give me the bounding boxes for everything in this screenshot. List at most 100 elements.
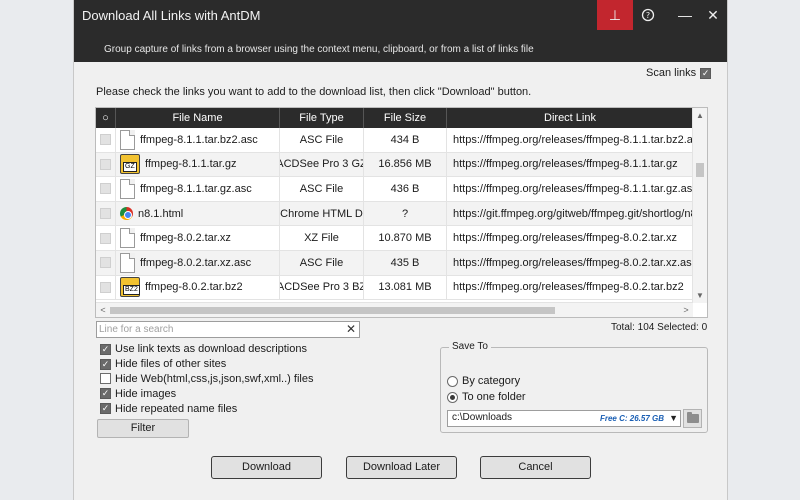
table-row[interactable]: ffmpeg-8.1.1.tar.gz.asc ASC File 436 B http… bbox=[96, 177, 693, 202]
file-name: n8.1.html bbox=[138, 207, 184, 220]
archive-icon: BZ2 bbox=[120, 277, 140, 298]
direct-link-cell: https://ffmpeg.org/releases/ffmpeg-8.0.2… bbox=[453, 256, 693, 269]
file-size-cell: 16.856 MB bbox=[364, 152, 447, 177]
table-row[interactable]: BZ2 ffmpeg-8.0.2.tar.bz2 ACDSee Pro 3 BZ 13… bbox=[96, 275, 693, 301]
row-checkbox[interactable] bbox=[100, 232, 111, 244]
download-later-button[interactable]: Download Later bbox=[346, 456, 457, 479]
file-type-cell: Chrome HTML D bbox=[280, 201, 364, 226]
row-checkbox-cell[interactable] bbox=[96, 177, 116, 201]
row-checkbox[interactable] bbox=[100, 134, 111, 146]
filter-option[interactable]: ✓ Hide images bbox=[100, 386, 313, 401]
save-to-group: Save To By category To one folder c:\Dow… bbox=[440, 341, 708, 433]
free-space-label: Free C: 26.57 GB bbox=[599, 414, 664, 423]
browse-folder-button[interactable] bbox=[683, 409, 702, 428]
one-folder-option[interactable]: To one folder bbox=[447, 391, 526, 403]
direct-link-cell: https://ffmpeg.org/releases/ffmpeg-8.1.1… bbox=[453, 182, 693, 195]
search-box: ✕ bbox=[96, 321, 360, 338]
scroll-left-icon[interactable]: < bbox=[96, 303, 110, 317]
row-checkbox[interactable] bbox=[100, 281, 111, 293]
window-subtitle: Group capture of links from a browser us… bbox=[104, 44, 534, 55]
file-name-cell: BZ2 ffmpeg-8.0.2.tar.bz2 bbox=[116, 275, 280, 300]
row-checkbox-cell[interactable] bbox=[96, 275, 116, 300]
column-direct-link[interactable]: Direct Link bbox=[447, 108, 693, 128]
row-checkbox-cell[interactable] bbox=[96, 128, 116, 152]
filter-option[interactable]: ✓ Use link texts as download descriptions bbox=[100, 342, 313, 357]
by-category-radio[interactable] bbox=[447, 375, 458, 387]
filter-button[interactable]: Filter bbox=[97, 419, 189, 438]
row-checkbox[interactable] bbox=[100, 208, 111, 220]
search-input[interactable] bbox=[99, 323, 343, 336]
vertical-scroll-thumb[interactable] bbox=[696, 163, 704, 177]
pin-icon[interactable]: ⊥ bbox=[597, 0, 633, 30]
direct-link-cell: https://ffmpeg.org/releases/ffmpeg-8.0.2… bbox=[453, 232, 677, 245]
scan-links-option[interactable]: Scan links ✓ bbox=[646, 67, 712, 79]
grid-header: ○ File Name File Type File Size Direct L… bbox=[96, 108, 693, 128]
table-row[interactable]: n8.1.html Chrome HTML D? https://git.ffmpe… bbox=[96, 201, 693, 227]
file-type-cell: XZ File bbox=[280, 226, 364, 250]
select-all-header[interactable]: ○ bbox=[96, 108, 116, 128]
column-file-type[interactable]: File Type bbox=[280, 108, 364, 128]
one-folder-radio[interactable] bbox=[447, 391, 458, 403]
row-checkbox[interactable] bbox=[100, 158, 111, 170]
file-name-cell: ffmpeg-8.1.1.tar.gz.asc bbox=[116, 177, 280, 201]
filter-option-checkbox[interactable]: ✓ bbox=[100, 358, 111, 370]
file-size-cell: 10.870 MB bbox=[364, 226, 447, 250]
download-button[interactable]: Download bbox=[211, 456, 322, 479]
file-type-cell: ASC File bbox=[280, 128, 364, 152]
links-grid: ○ File Name File Type File Size Direct L… bbox=[95, 107, 708, 318]
filter-option[interactable]: ✓ Hide files of other sites bbox=[100, 357, 313, 372]
scroll-down-icon[interactable]: ▼ bbox=[693, 288, 707, 303]
file-name: ffmpeg-8.1.1.tar.gz.asc bbox=[140, 182, 252, 195]
help-icon[interactable]: ? bbox=[630, 0, 666, 30]
column-file-name[interactable]: File Name bbox=[116, 108, 280, 128]
totals-text: Total: 104 Selected: 0 bbox=[611, 322, 708, 333]
file-size-cell: 436 B bbox=[364, 177, 447, 201]
filter-option-checkbox[interactable] bbox=[100, 373, 111, 385]
scroll-up-icon[interactable]: ▲ bbox=[693, 108, 707, 123]
row-checkbox-cell[interactable] bbox=[96, 201, 116, 226]
table-row[interactable]: ffmpeg-8.0.2.tar.xz XZ File 10.870 MB https… bbox=[96, 226, 693, 251]
filter-option-checkbox[interactable]: ✓ bbox=[100, 343, 111, 355]
vertical-scrollbar[interactable]: ▲ ▼ bbox=[692, 108, 707, 303]
filter-option-checkbox[interactable]: ✓ bbox=[100, 403, 111, 415]
filter-option-label: Use link texts as download descriptions bbox=[115, 343, 307, 356]
file-type-cell: ACDSee Pro 3 GZ bbox=[280, 152, 364, 177]
row-checkbox-cell[interactable] bbox=[96, 152, 116, 177]
chrome-icon bbox=[120, 207, 133, 221]
download-all-links-dialog: Download All Links with AntDM Group capt… bbox=[73, 0, 728, 500]
grid-body: ffmpeg-8.1.1.tar.bz2.asc ASC File 434 Bhtt… bbox=[96, 128, 693, 301]
by-category-option[interactable]: By category bbox=[447, 375, 520, 387]
clear-search-icon[interactable]: ✕ bbox=[346, 322, 356, 337]
cancel-button[interactable]: Cancel bbox=[480, 456, 591, 479]
scan-links-label: Scan links bbox=[646, 67, 697, 79]
file-icon bbox=[120, 252, 135, 273]
filter-option-label: Hide files of other sites bbox=[115, 358, 227, 371]
filter-option-checkbox[interactable]: ✓ bbox=[100, 388, 111, 400]
scroll-right-icon[interactable]: > bbox=[679, 303, 693, 317]
row-checkbox[interactable] bbox=[100, 257, 111, 269]
save-path-value: c:\Downloads bbox=[452, 412, 513, 423]
row-checkbox[interactable] bbox=[100, 183, 111, 195]
direct-link-cell: https://ffmpeg.org/releases/ffmpeg-8.0.2… bbox=[453, 281, 684, 294]
horizontal-scrollbar[interactable]: < > bbox=[96, 302, 693, 317]
filter-option[interactable]: ✓ Hide repeated name files bbox=[100, 401, 313, 416]
table-row[interactable]: ffmpeg-8.0.2.tar.xz.asc ASC File 435 B http… bbox=[96, 250, 693, 276]
row-checkbox-cell[interactable] bbox=[96, 250, 116, 275]
filter-option-label: Hide Web(html,css,js,json,swf,xml..) fil… bbox=[115, 372, 314, 385]
column-file-size[interactable]: File Size bbox=[364, 108, 447, 128]
file-type-cell: ASC File bbox=[280, 177, 364, 201]
horizontal-scroll-thumb[interactable] bbox=[110, 307, 555, 314]
file-name-cell: n8.1.html bbox=[116, 201, 280, 226]
row-checkbox-cell[interactable] bbox=[96, 226, 116, 250]
close-icon[interactable]: ✕ bbox=[695, 0, 731, 30]
table-row[interactable]: GZ ffmpeg-8.1.1.tar.gz ACDSee Pro 3 GZ 16.8… bbox=[96, 152, 693, 178]
scan-links-checkbox[interactable]: ✓ bbox=[700, 67, 712, 79]
filter-option-label: Hide images bbox=[115, 387, 177, 400]
archive-badge: BZ2 bbox=[123, 285, 140, 296]
save-path-select[interactable]: c:\Downloads Free C: 26.57 GB ▼ bbox=[447, 410, 681, 427]
file-name-cell: ffmpeg-8.0.2.tar.xz.asc bbox=[116, 250, 280, 275]
chevron-down-icon[interactable]: ▼ bbox=[669, 411, 678, 426]
filter-option[interactable]: Hide Web(html,css,js,json,swf,xml..) fil… bbox=[100, 372, 313, 387]
file-icon bbox=[120, 228, 135, 249]
table-row[interactable]: ffmpeg-8.1.1.tar.bz2.asc ASC File 434 B htt… bbox=[96, 128, 693, 153]
